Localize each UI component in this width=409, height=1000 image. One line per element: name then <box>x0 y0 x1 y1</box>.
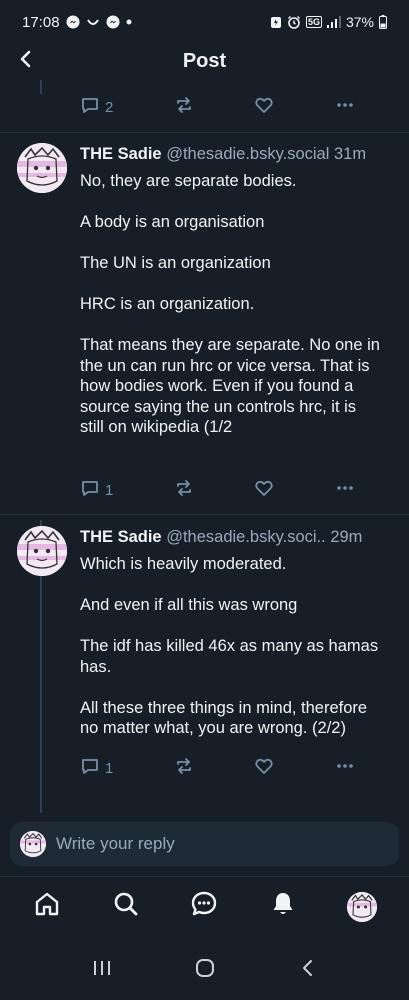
more-icon <box>335 95 355 119</box>
post-paragraph: That means they are separate. No one in … <box>80 336 380 436</box>
more-button[interactable] <box>335 478 355 502</box>
battery-saver-icon <box>270 15 282 29</box>
like-icon <box>254 478 274 502</box>
repost-button[interactable] <box>174 756 194 780</box>
nav-profile-button[interactable] <box>340 885 384 929</box>
avatar <box>20 831 46 857</box>
repost-button[interactable] <box>174 95 194 119</box>
post-paragraph: The UN is an organization <box>80 254 271 272</box>
post-paragraph: The idf has killed 46x as many as hamas … <box>80 637 379 676</box>
battery-icon <box>379 15 387 29</box>
post-header: THE Sadie @thesadie.bsky.social 31m <box>80 143 400 165</box>
reply-button[interactable]: 1 <box>80 478 113 502</box>
post-header: THE Sadie @thesadie.bsky.soci.. 29m <box>80 526 400 548</box>
nav-notifications-button[interactable] <box>261 885 305 929</box>
thread-line <box>40 80 42 94</box>
status-left: 17:08 <box>22 14 132 31</box>
post-paragraph: No, they are separate bodies. <box>80 172 297 190</box>
more-button[interactable] <box>335 756 355 780</box>
post-text: Which is heavily moderated. And even if … <box>80 554 380 739</box>
avatar[interactable] <box>17 526 67 576</box>
network-type: 5G <box>305 16 322 28</box>
nav-search-button[interactable] <box>104 885 148 929</box>
previous-post-actions: 2 <box>80 95 355 119</box>
home-icon <box>33 890 61 923</box>
search-icon <box>112 890 140 923</box>
back-button[interactable] <box>12 47 40 75</box>
like-button[interactable] <box>254 95 274 119</box>
system-nav <box>0 940 409 1000</box>
repost-icon <box>174 756 194 780</box>
like-icon <box>254 756 274 780</box>
author-handle[interactable]: @thesadie.bsky.soci.. <box>166 528 326 546</box>
more-icon <box>335 756 355 780</box>
notifications-icon <box>269 890 297 923</box>
repost-icon <box>174 95 194 119</box>
post-paragraph: A body is an organisation <box>80 213 265 231</box>
back-icon <box>298 958 318 983</box>
page-title: Post <box>182 49 227 72</box>
post-actions: 1 <box>80 478 355 502</box>
reply-icon <box>80 95 100 119</box>
post-paragraph: Which is heavily moderated. <box>80 555 287 573</box>
post-card[interactable]: THE Sadie @thesadie.bsky.soci.. 29m Whic… <box>0 526 409 806</box>
recent-apps-button[interactable] <box>80 948 124 992</box>
divider <box>0 514 409 515</box>
reply-icon <box>80 478 100 502</box>
more-icon <box>335 478 355 502</box>
battery-percent: 37% <box>345 14 374 30</box>
reply-button[interactable]: 1 <box>80 756 113 780</box>
post-paragraph: All these three things in mind, therefor… <box>80 698 368 738</box>
reply-composer[interactable]: Write your reply <box>10 822 399 866</box>
chevron-left-icon <box>17 50 35 73</box>
smile-icon <box>86 15 100 29</box>
reply-input[interactable]: Write your reply <box>56 834 175 854</box>
reply-count: 1 <box>105 481 114 499</box>
post-thread[interactable]: 2 THE Sadie @thesadie.bsky.social 31m No… <box>0 80 409 813</box>
divider <box>0 132 409 133</box>
recent-apps-icon <box>91 958 113 983</box>
post-paragraph: HRC is an organization. <box>80 295 255 313</box>
alarm-icon <box>287 15 301 29</box>
bottom-nav <box>0 876 409 936</box>
author-name[interactable]: THE Sadie <box>80 528 162 546</box>
status-bar: 17:08 5G 37% <box>0 0 409 44</box>
post-paragraph: And even if all this was wrong <box>80 596 298 614</box>
home-button[interactable] <box>183 948 227 992</box>
system-back-button[interactable] <box>286 948 330 992</box>
reply-button[interactable]: 2 <box>80 95 113 119</box>
reply-count: 2 <box>105 98 114 116</box>
profile-avatar <box>346 891 377 922</box>
signal-icon <box>326 16 341 28</box>
post-card[interactable]: THE Sadie @thesadie.bsky.social 31m No, … <box>0 143 409 515</box>
post-time[interactable]: 31m <box>334 145 366 163</box>
like-button[interactable] <box>254 478 274 502</box>
avatar[interactable] <box>17 143 67 193</box>
more-button[interactable] <box>335 95 355 119</box>
post-actions: 1 <box>80 756 355 780</box>
repost-button[interactable] <box>174 478 194 502</box>
post-time[interactable]: 29m <box>330 528 362 546</box>
nav-chat-button[interactable] <box>182 885 226 929</box>
home-circle-icon <box>194 957 216 984</box>
header: Post <box>0 44 409 78</box>
messenger-icon <box>106 15 120 29</box>
chat-icon <box>190 890 218 923</box>
like-button[interactable] <box>254 756 274 780</box>
author-handle[interactable]: @thesadie.bsky.social <box>166 145 329 163</box>
nav-home-button[interactable] <box>25 885 69 929</box>
reply-count: 1 <box>105 759 114 777</box>
status-time: 17:08 <box>22 13 60 31</box>
author-name[interactable]: THE Sadie <box>80 145 162 163</box>
reply-icon <box>80 756 100 780</box>
messenger-icon <box>66 15 80 29</box>
dot-icon <box>126 19 132 25</box>
status-right: 5G 37% <box>270 14 387 30</box>
post-text: No, they are separate bodies. A body is … <box>80 171 380 438</box>
repost-icon <box>174 478 194 502</box>
like-icon <box>254 95 274 119</box>
